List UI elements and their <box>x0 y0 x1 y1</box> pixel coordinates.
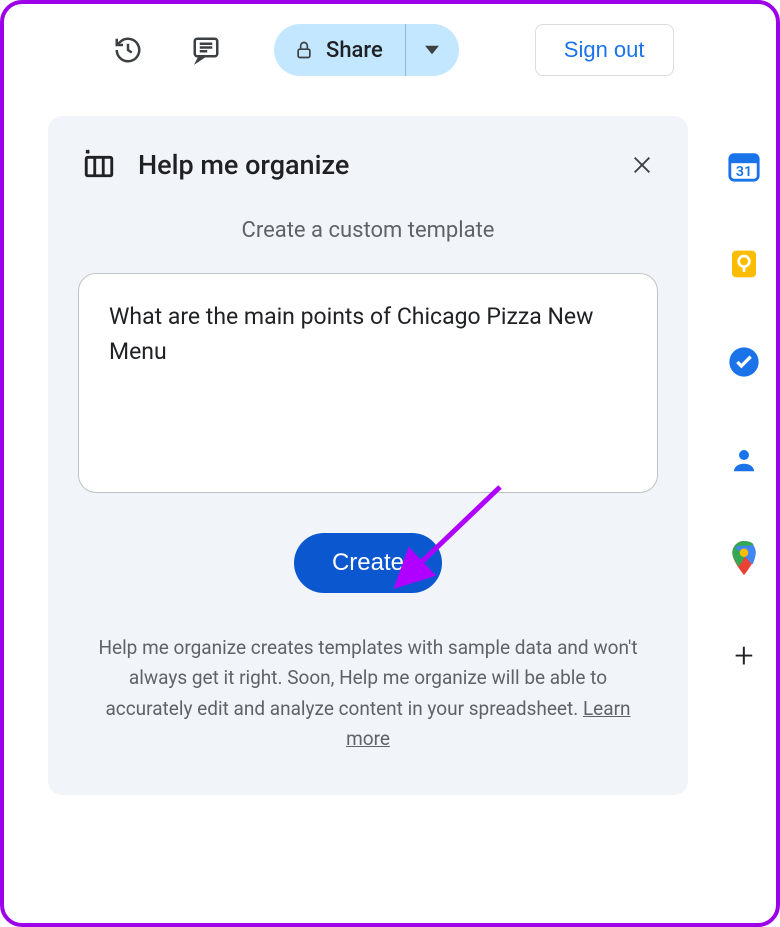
panel-header: Help me organize <box>78 146 658 184</box>
lock-icon <box>294 39 314 61</box>
help-me-organize-panel: Help me organize Create a custom templat… <box>48 116 688 795</box>
chevron-down-icon <box>425 43 439 57</box>
share-group: Share <box>274 24 459 76</box>
svg-text:31: 31 <box>736 164 752 180</box>
share-button[interactable]: Share <box>274 24 405 76</box>
panel-subtitle: Create a custom template <box>78 218 658 243</box>
share-dropdown[interactable] <box>405 24 459 76</box>
side-rail: 31 + <box>720 148 768 674</box>
create-label: Create <box>332 549 404 576</box>
close-icon[interactable] <box>626 149 658 181</box>
create-button[interactable]: Create <box>294 533 442 593</box>
signout-label: Sign out <box>564 37 645 63</box>
panel-title: Help me organize <box>138 149 604 181</box>
tasks-icon[interactable] <box>726 344 762 380</box>
maps-icon[interactable] <box>726 540 762 576</box>
contacts-icon[interactable] <box>726 442 762 478</box>
add-icon[interactable]: + <box>726 638 762 674</box>
history-icon[interactable] <box>108 30 148 70</box>
organize-icon <box>82 146 116 184</box>
comment-icon[interactable] <box>186 30 226 70</box>
disclaimer-text: Help me organize creates templates with … <box>78 633 658 755</box>
keep-icon[interactable] <box>726 246 762 282</box>
share-label: Share <box>326 38 383 63</box>
top-toolbar: Share Sign out <box>4 18 776 82</box>
calendar-icon[interactable]: 31 <box>726 148 762 184</box>
signout-button[interactable]: Sign out <box>535 24 674 76</box>
prompt-input[interactable] <box>78 273 658 493</box>
